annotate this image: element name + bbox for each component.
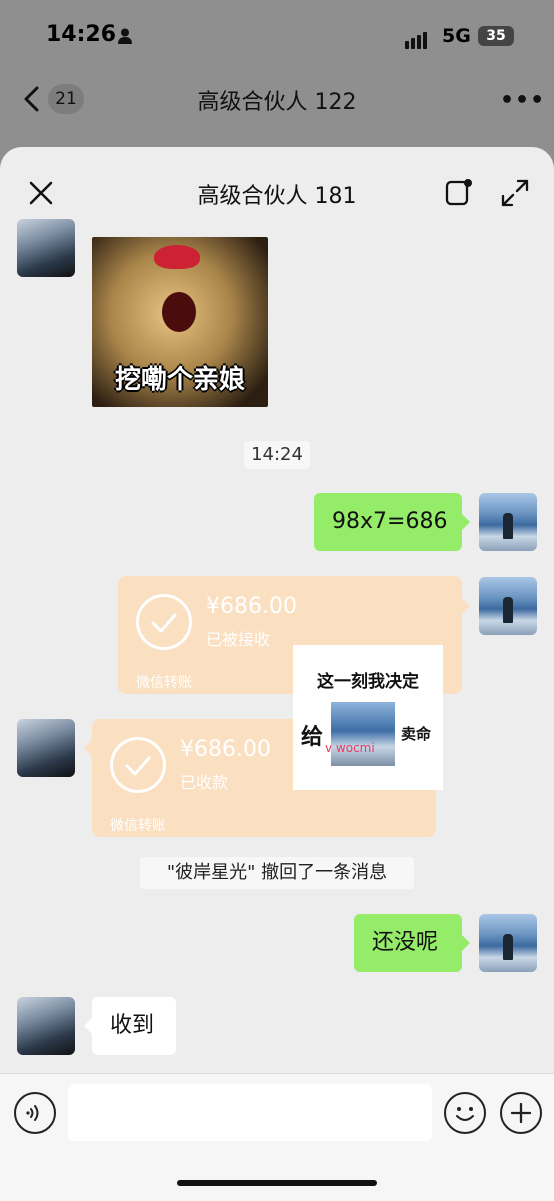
message-input[interactable]: [68, 1084, 432, 1141]
plus-icon[interactable]: [500, 1092, 542, 1134]
person-icon: [118, 28, 132, 44]
background-chat-title: 高级合伙人 122: [197, 90, 357, 115]
message-bubble-incoming[interactable]: 收到: [92, 997, 176, 1055]
overlay-line1: 这一刻我决定: [317, 672, 419, 692]
floating-window-icon[interactable]: [445, 178, 473, 206]
transfer-footer: 微信转账: [110, 818, 166, 834]
voice-icon[interactable]: [14, 1092, 56, 1134]
bubble-tail: [84, 740, 92, 756]
message-bubble-outgoing[interactable]: 98x7=686: [314, 493, 462, 551]
avatar[interactable]: [17, 997, 75, 1055]
transfer-status: 已被接收: [206, 630, 271, 649]
avatar[interactable]: [17, 219, 75, 277]
battery-icon: 35: [478, 26, 514, 46]
timestamp-label: 14:24: [244, 441, 310, 469]
home-indicator[interactable]: [177, 1180, 377, 1186]
transfer-amount: ¥686.00: [180, 737, 271, 762]
avatar[interactable]: [479, 493, 537, 551]
network-label: 5G: [442, 25, 471, 47]
transfer-amount: ¥686.00: [206, 594, 297, 619]
overlay-watermark: v wocmi: [325, 741, 375, 755]
avatar[interactable]: [479, 577, 537, 635]
emoji-icon[interactable]: [444, 1092, 486, 1134]
bubble-tail: [84, 1018, 92, 1034]
sticker-decoration: [162, 292, 196, 332]
sticker-decoration: [154, 245, 200, 269]
avatar[interactable]: [479, 914, 537, 972]
status-time: 14:26: [46, 22, 117, 47]
more-icon[interactable]: •••: [500, 88, 545, 113]
bubble-tail: [462, 514, 470, 530]
message-bubble-outgoing[interactable]: 还没呢: [354, 914, 462, 972]
avatar[interactable]: [17, 719, 75, 777]
transfer-footer: 微信转账: [136, 675, 192, 691]
check-circle-icon: [110, 737, 166, 793]
overlay-sell: 卖命: [401, 725, 432, 743]
recall-notice: "彼岸星光" 撤回了一条消息: [140, 857, 414, 889]
overlay-photo: [331, 702, 395, 766]
bubble-tail: [462, 598, 470, 614]
bubble-tail: [462, 935, 470, 951]
signal-icon: [405, 30, 429, 49]
expand-icon[interactable]: [500, 178, 530, 208]
sticker-image[interactable]: 挖嘞个亲娘: [92, 237, 268, 407]
transfer-status: 已收款: [180, 773, 229, 792]
overlay-sign: 这一刻我决定 给 卖命 v wocmi: [293, 645, 443, 790]
sticker-caption: 挖嘞个亲娘: [114, 365, 245, 395]
check-circle-icon: [136, 594, 192, 650]
overlay-give: 给: [301, 725, 324, 750]
